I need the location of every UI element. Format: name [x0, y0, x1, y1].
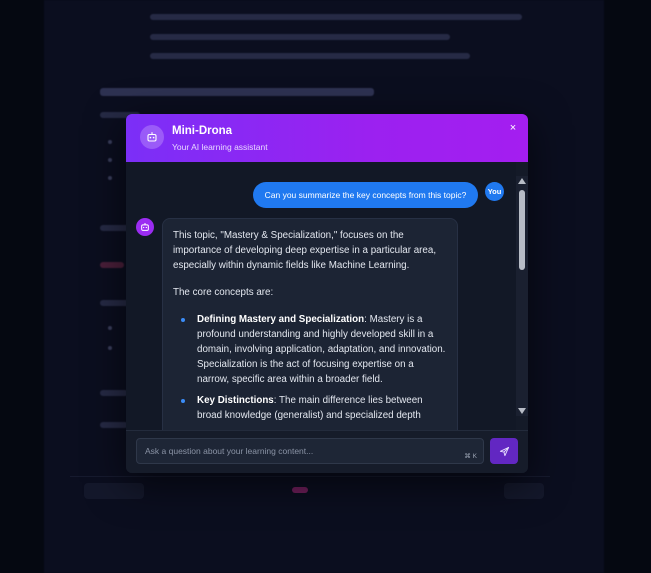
assistant-lead: The core concepts are: — [173, 287, 274, 298]
shortcut-hint: ⌘ K — [464, 453, 477, 460]
background-heading — [100, 88, 374, 96]
send-icon — [499, 446, 509, 456]
background-line — [150, 34, 450, 40]
chat-messages[interactable]: Can you summarize the key concepts from … — [126, 162, 516, 430]
background-bullet — [108, 140, 112, 144]
background-line — [100, 390, 128, 396]
background-line — [150, 14, 522, 20]
assistant-list: Defining Mastery and Specialization: Mas… — [173, 312, 447, 423]
send-button[interactable] — [490, 438, 518, 464]
background-bullet — [108, 158, 112, 162]
list-item: Key Distinctions: The main difference li… — [173, 393, 447, 423]
close-icon[interactable]: × — [506, 121, 520, 135]
list-item-title: Key Distinctions — [197, 395, 274, 406]
scroll-up-icon[interactable] — [518, 178, 526, 184]
robot-icon — [136, 218, 154, 236]
chat-scrollbar[interactable] — [516, 176, 528, 416]
background-bullet — [108, 346, 112, 350]
bullet-dot — [181, 399, 185, 403]
background-bullet — [108, 326, 112, 330]
question-input[interactable] — [137, 439, 457, 463]
bullet-dot — [181, 318, 185, 322]
chat-header: Mini-Drona Your AI learning assistant × — [126, 114, 528, 162]
scroll-thumb[interactable] — [519, 190, 525, 270]
assistant-intro: This topic, "Mastery & Specialization," … — [173, 230, 437, 271]
assistant-subtitle: Your AI learning assistant — [172, 142, 268, 152]
user-message: Can you summarize the key concepts from … — [126, 162, 516, 208]
background-next-button — [504, 483, 544, 499]
assistant-name: Mini-Drona — [172, 125, 233, 137]
background-bullet — [108, 176, 112, 180]
chat-modal: Mini-Drona Your AI learning assistant × … — [126, 114, 528, 473]
list-item-title: Defining Mastery and Specialization — [197, 314, 365, 325]
user-message-text: Can you summarize the key concepts from … — [253, 182, 478, 208]
assistant-message: This topic, "Mastery & Specialization," … — [162, 218, 458, 430]
question-input-box[interactable]: ⌘ K — [136, 438, 484, 464]
scroll-down-icon[interactable] — [518, 408, 526, 414]
background-footer — [70, 476, 550, 503]
chat-input-area: ⌘ K — [126, 430, 528, 473]
background-prev-button — [84, 483, 144, 499]
list-item: Defining Mastery and Specialization: Mas… — [173, 312, 447, 387]
background-line — [100, 262, 124, 268]
background-progress-dot — [292, 487, 308, 493]
user-avatar: You — [485, 182, 504, 201]
robot-icon — [140, 125, 164, 149]
background-line — [100, 422, 128, 428]
background-line — [150, 53, 470, 59]
